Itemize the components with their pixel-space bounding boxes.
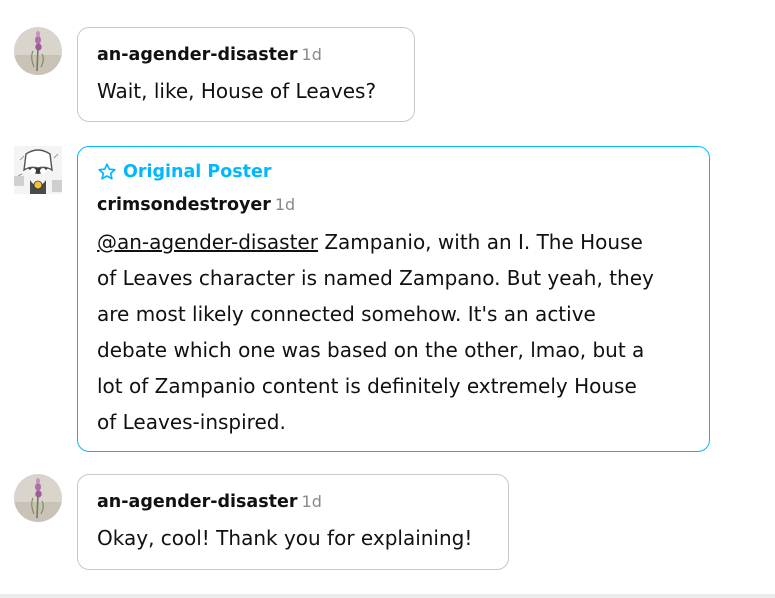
reply-bubble: an-agender-disaster 1d Wait, like, House … [77, 27, 415, 122]
reply-bubble: an-agender-disaster 1d Okay, cool! Thank … [77, 474, 509, 570]
avatar[interactable] [14, 146, 62, 194]
divider [0, 594, 775, 598]
username-link[interactable]: crimsondestroyer [97, 195, 271, 215]
reply-text-line-1: @an-agender-disaster Zampanio, with an I… [97, 224, 643, 260]
original-poster-badge: Original Poster [97, 161, 272, 183]
reply-text-line-3: are most likely connected somehow. It's … [97, 302, 596, 326]
flower-avatar-image [14, 474, 62, 522]
username-link[interactable]: an-agender-disaster [97, 492, 298, 512]
reply-text-line-5: lot of Zampanio content is definitely ex… [97, 374, 637, 398]
mention-link[interactable]: @an-agender-disaster [97, 230, 318, 254]
reply-thread: an-agender-disaster 1d Wait, like, House … [0, 0, 775, 598]
username-link[interactable]: an-agender-disaster [97, 45, 298, 65]
reply-timestamp: 1d [301, 45, 322, 64]
reply-text: Okay, cool! Thank you for explaining! [97, 526, 473, 550]
character-avatar-image [14, 146, 62, 194]
reply-timestamp: 1d [274, 195, 296, 214]
reply-text: Wait, like, House of Leaves? [97, 79, 377, 103]
reply-text-segment: Zampanio, with an I. The House [317, 230, 643, 254]
original-poster-label: Original Poster [123, 162, 272, 182]
reply-text-line-6: of Leaves-inspired. [97, 410, 286, 434]
reply-timestamp: 1d [301, 492, 322, 511]
avatar[interactable] [14, 27, 62, 75]
reply-bubble-original-poster: Original Poster crimsondestroyer 1d @an-a… [77, 146, 710, 452]
reply-header: an-agender-disaster 1d [97, 44, 322, 66]
reply-header: an-agender-disaster 1d [97, 491, 322, 513]
reply-text-line-4: debate which one was based on the other,… [97, 338, 645, 362]
flower-avatar-image [14, 27, 62, 75]
star-outline-icon [98, 163, 116, 180]
reply-text-line-2: of Leaves character is named Zampano. Bu… [97, 266, 654, 290]
reply-header: crimsondestroyer 1d [97, 194, 295, 216]
avatar[interactable] [14, 474, 62, 522]
